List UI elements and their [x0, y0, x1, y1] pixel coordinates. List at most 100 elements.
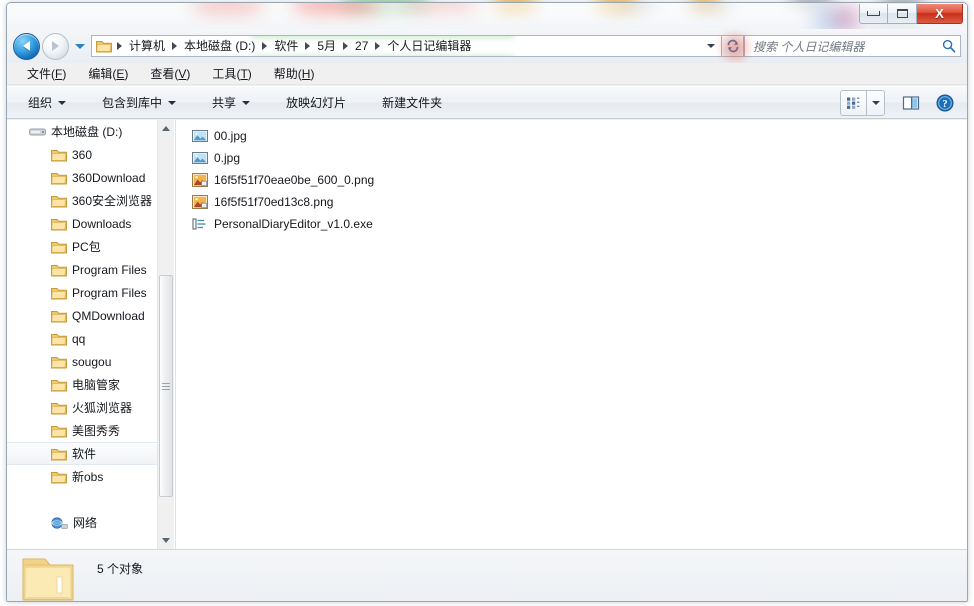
chevron-up-icon [162, 126, 170, 131]
tree-item-label: 火狐浏览器 [72, 401, 133, 415]
arrow-right-icon [51, 41, 59, 51]
tree-item-program-files[interactable]: Program Files [7, 258, 158, 281]
tree-item-360-browser[interactable]: 360安全浏览器 [7, 189, 158, 212]
close-icon: X [935, 6, 944, 21]
tree-item-network[interactable]: 网络 [7, 511, 158, 534]
search-placeholder: 搜索 个人日记编辑器 [753, 39, 865, 54]
scrollbar-grip [162, 381, 170, 392]
scroll-down-button[interactable] [158, 532, 174, 549]
new-folder-label: 新建文件夹 [382, 96, 443, 110]
file-list-item[interactable]: 16f5f51f70eae0be_600_0.png [176, 169, 967, 191]
breadcrumb-separator[interactable] [172, 42, 178, 50]
tree-item-qmdownload[interactable]: QMDownload [7, 304, 158, 327]
executable-icon [192, 218, 206, 230]
preview-pane-icon [902, 95, 920, 110]
share-button[interactable]: 共享 [201, 89, 261, 116]
menu-help[interactable]: 帮助(H) [266, 63, 323, 84]
preview-pane-button[interactable] [897, 90, 925, 116]
tree-item-firefox[interactable]: 火狐浏览器 [7, 396, 158, 419]
breadcrumb-item-0[interactable]: 计算机 [126, 36, 168, 56]
search-input[interactable]: 搜索 个人日记编辑器 [744, 35, 961, 57]
glass-blob-gray-2 [693, 3, 733, 8]
breadcrumb-separator[interactable] [262, 42, 268, 50]
breadcrumb-item-1[interactable]: 本地磁盘 (D:) [181, 36, 258, 56]
address-dropdown-button[interactable] [701, 35, 721, 57]
minimize-icon [867, 11, 880, 16]
folder-icon [51, 149, 67, 161]
navigation-buttons [7, 32, 88, 60]
file-list-item[interactable]: 16f5f51f70ed13c8.png [176, 191, 967, 213]
folder-icon [51, 356, 67, 368]
network-icon [51, 516, 68, 529]
folder-icon [51, 448, 67, 460]
tree-item-label: 360Download [72, 170, 146, 185]
menu-view[interactable]: 查看(V) [142, 63, 198, 84]
tree-item-new-obs[interactable]: 新obs [7, 465, 158, 488]
breadcrumb-item-5[interactable]: 个人日记编辑器 [384, 36, 474, 56]
address-bar-row: 计算机 本地磁盘 (D:) 软件 5月 27 个人日记编辑器 搜索 个人日记编辑… [7, 29, 967, 64]
glass-blob-red-1 [193, 3, 263, 11]
breadcrumb-item-4[interactable]: 27 [352, 36, 371, 56]
tree-item-qq[interactable]: qq [7, 327, 158, 350]
titlebar-glass-reflection [7, 3, 967, 29]
folder-icon [51, 402, 67, 414]
include-in-library-button[interactable]: 包含到库中 [91, 89, 187, 116]
chevron-down-icon [162, 538, 170, 543]
breadcrumb-separator[interactable] [305, 42, 311, 50]
file-list[interactable]: 00.jpg 0.jpg 16f5f51f70eae0be_600_0.png … [176, 120, 967, 549]
breadcrumb[interactable]: 计算机 本地磁盘 (D:) 软件 5月 27 个人日记编辑器 [91, 35, 701, 57]
slideshow-button[interactable]: 放映幻灯片 [275, 89, 357, 116]
tree-item-label: Program Files [72, 262, 147, 277]
file-list-item[interactable]: PersonalDiaryEditor_v1.0.exe [176, 213, 967, 235]
tree-item-computer-manager[interactable]: 电脑管家 [7, 373, 158, 396]
breadcrumb-item-3[interactable]: 5月 [314, 36, 339, 56]
file-list-item[interactable]: 00.jpg [176, 125, 967, 147]
help-button[interactable]: ? [931, 90, 959, 116]
breadcrumb-item-2[interactable]: 软件 [271, 36, 301, 56]
menu-tools-label: 工具 [212, 67, 237, 81]
tree-item-meitu[interactable]: 美图秀秀 [7, 419, 158, 442]
close-button[interactable]: X [917, 4, 963, 24]
back-button[interactable] [13, 32, 40, 60]
tree-item-software[interactable]: 软件 [7, 442, 158, 465]
chevron-down-icon [242, 100, 251, 105]
tree-item-local-disk[interactable]: 本地磁盘 (D:) [7, 120, 158, 143]
refresh-button[interactable] [718, 31, 752, 64]
window-titlebar[interactable]: X [7, 3, 967, 29]
svg-text:?: ? [942, 99, 947, 110]
tree-scrollbar[interactable] [157, 120, 174, 549]
window-body: 计算机 本地磁盘 (D:) 软件 5月 27 个人日记编辑器 搜索 个人日记编辑… [7, 29, 967, 601]
folder-icon [51, 195, 67, 207]
forward-button[interactable] [42, 32, 69, 60]
view-dropdown-button[interactable] [866, 89, 885, 116]
tree-item-360[interactable]: 360 [7, 143, 158, 166]
chevron-down-icon [871, 100, 880, 105]
scroll-up-button[interactable] [158, 120, 174, 137]
file-list-item[interactable]: 0.jpg [176, 147, 967, 169]
organize-button[interactable]: 组织 [17, 89, 77, 116]
menu-file[interactable]: 文件(F) [19, 63, 74, 84]
menu-edit[interactable]: 编辑(E) [80, 63, 136, 84]
recent-locations-button[interactable] [72, 36, 88, 56]
glass-blob-red-2 [293, 3, 379, 11]
breadcrumb-separator[interactable] [343, 42, 349, 50]
folder-icon [51, 333, 67, 345]
file-name: 00.jpg [214, 129, 247, 143]
menu-tools[interactable]: 工具(T) [204, 63, 259, 84]
tree-item-downloads[interactable]: Downloads [7, 212, 158, 235]
tree-item-pc-package[interactable]: PC包 [7, 235, 158, 258]
menu-help-mnemonic: H [301, 67, 311, 81]
maximize-button[interactable] [888, 4, 917, 24]
tree-item-sougou[interactable]: sougou [7, 350, 158, 373]
tree-item-label: Program Files [72, 285, 147, 300]
tree-item-360download[interactable]: 360Download [7, 166, 158, 189]
tree-item-label: 360安全浏览器 [72, 194, 153, 208]
new-folder-button[interactable]: 新建文件夹 [371, 89, 453, 116]
view-options-button[interactable] [840, 89, 866, 116]
search-icon[interactable] [942, 39, 956, 53]
breadcrumb-separator[interactable] [375, 42, 381, 50]
tree-item-program-files-x86[interactable]: Program Files [7, 281, 158, 304]
scrollbar-thumb[interactable] [159, 275, 173, 497]
menu-tools-mnemonic: T [240, 67, 248, 81]
minimize-button[interactable] [859, 4, 888, 24]
